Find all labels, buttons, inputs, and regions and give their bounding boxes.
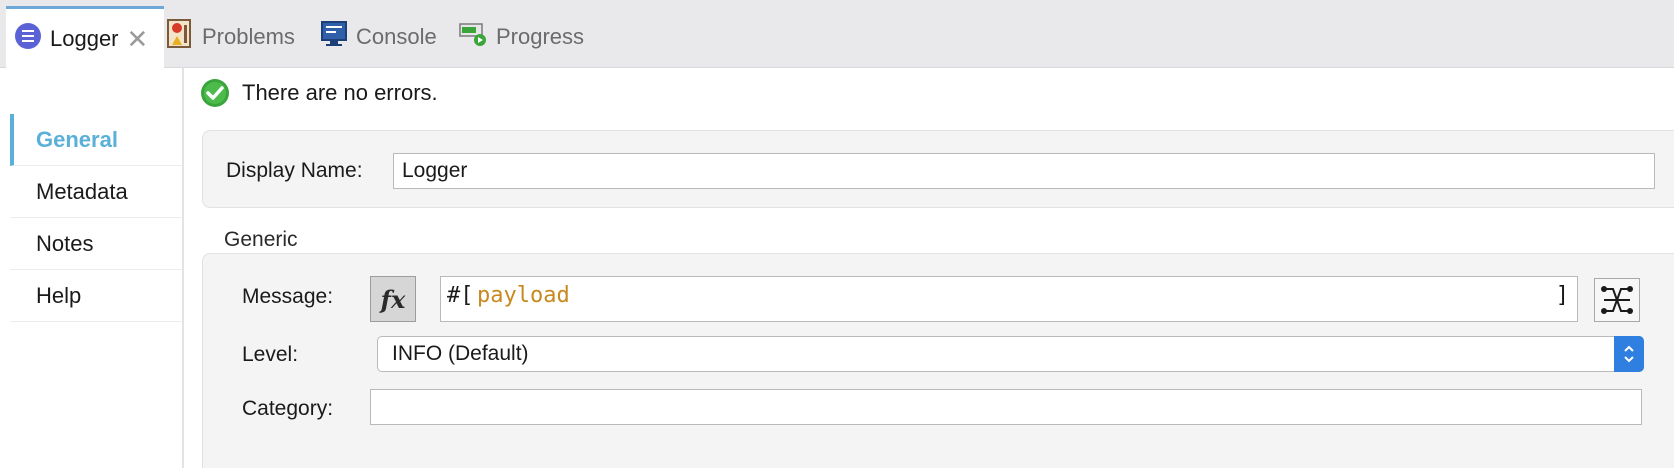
transform-mapping-button[interactable] [1594, 278, 1640, 322]
status-text: There are no errors. [242, 80, 438, 105]
editor-tab-bar: Logger ✕ Problems Console Progress [0, 0, 1674, 68]
generic-group-title: Generic [224, 228, 298, 251]
tab-label: Logger [50, 25, 119, 51]
tab-label: Console [356, 24, 437, 49]
level-label: Level: [242, 343, 299, 366]
level-value: INFO (Default) [392, 342, 529, 365]
progress-icon [458, 20, 488, 54]
sidebar-item-label: General [36, 126, 118, 152]
message-label: Message: [242, 285, 334, 308]
console-icon [320, 20, 348, 54]
expression-close-bracket: ] [1555, 283, 1569, 308]
category-label: Category: [242, 397, 334, 420]
sidebar-item-general[interactable]: General [10, 114, 182, 166]
sidebar-item-help[interactable]: Help [10, 270, 182, 322]
sidebar-item-label: Metadata [36, 178, 128, 204]
expression-open-bracket: #[ [447, 283, 474, 308]
message-expression-field[interactable]: #[ payload ] [440, 276, 1578, 322]
sidebar-item-label: Notes [36, 230, 94, 256]
close-icon[interactable]: ✕ [127, 26, 149, 52]
level-select[interactable]: INFO (Default) [377, 336, 1644, 372]
chevron-updown-icon [1614, 336, 1644, 372]
tab-label: Progress [496, 24, 585, 49]
properties-sidebar: General Metadata Notes Help [0, 68, 184, 468]
display-name-value: Logger [402, 159, 468, 182]
fx-label: fx [380, 284, 406, 314]
tab-console[interactable]: Console [320, 6, 437, 68]
tab-label: Problems [202, 24, 295, 49]
check-circle-icon [201, 79, 229, 107]
tab-progress[interactable]: Progress [458, 6, 584, 68]
sidebar-item-notes[interactable]: Notes [10, 218, 182, 270]
sidebar-item-metadata[interactable]: Metadata [10, 166, 182, 218]
category-field[interactable] [370, 389, 1642, 425]
fx-toggle-button[interactable]: fx [370, 276, 416, 322]
tab-problems[interactable]: Problems [166, 6, 295, 68]
display-name-field[interactable]: Logger [393, 153, 1655, 189]
logger-icon [14, 22, 42, 56]
sidebar-item-label: Help [36, 282, 82, 308]
transform-icon [1601, 286, 1633, 314]
problems-icon [166, 19, 194, 55]
display-name-label: Display Name: [226, 159, 363, 182]
tab-logger[interactable]: Logger ✕ [6, 6, 164, 68]
validation-status: There are no errors. [200, 78, 438, 108]
expression-text: payload [477, 283, 570, 308]
